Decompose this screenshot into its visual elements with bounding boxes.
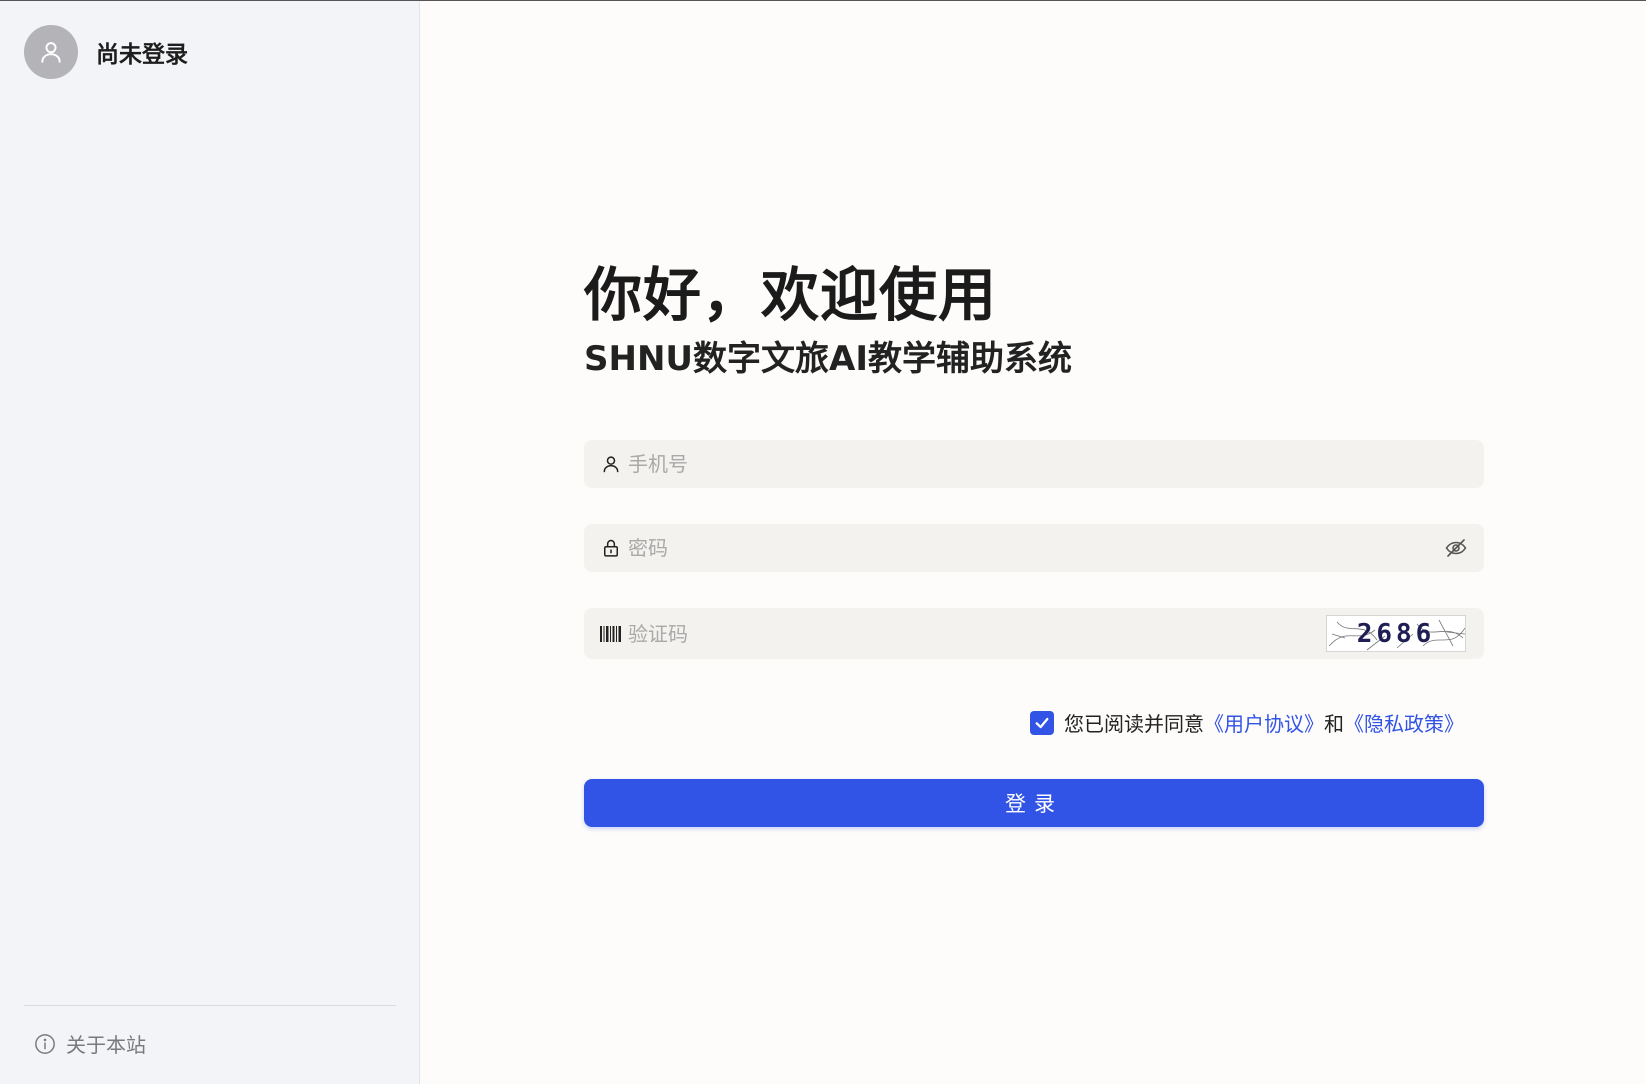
user-name: 尚未登录 xyxy=(96,42,188,68)
sidebar-divider xyxy=(24,1005,396,1006)
lock-icon xyxy=(600,537,622,559)
password-field[interactable] xyxy=(584,524,1484,572)
captcha-image[interactable]: 2686 xyxy=(1326,615,1466,652)
login-header: 你好，欢迎使用 SHNU数字文旅AI教学辅助系统 xyxy=(584,259,1484,381)
sidebar: 尚未登录 关于本站 xyxy=(0,1,420,1084)
agreement-row: 您已阅读并同意 《用户协议》 和 《隐私政策》 xyxy=(1030,708,1464,737)
agreement-conjunction: 和 xyxy=(1324,712,1344,736)
info-icon xyxy=(35,1033,55,1054)
user-icon xyxy=(600,453,622,475)
page-title: 你好，欢迎使用 xyxy=(584,261,998,329)
login-main: 你好，欢迎使用 SHNU数字文旅AI教学辅助系统 手机号 验证码 2686 您已… xyxy=(420,1,1646,1084)
app-window: 尚未登录 关于本站 你好，欢迎使用 SHNU数字文旅AI教学辅助系统 手机号 验… xyxy=(0,0,1646,1084)
agreement-text: 您已阅读并同意 xyxy=(1064,712,1204,736)
privacy-policy-link[interactable]: 《隐私政策》 xyxy=(1344,708,1464,737)
login-button[interactable]: 登录 xyxy=(584,779,1484,827)
toggle-password-visibility-button[interactable] xyxy=(1442,534,1470,562)
captcha-input[interactable] xyxy=(628,608,1326,659)
captcha-field[interactable]: 2686 xyxy=(584,608,1484,659)
user-agreement-link[interactable]: 《用户协议》 xyxy=(1204,708,1324,737)
check-icon xyxy=(1035,717,1049,728)
user-icon xyxy=(41,42,61,63)
agreement-checkbox[interactable] xyxy=(1030,710,1054,735)
password-input[interactable] xyxy=(628,524,1442,572)
eye-off-icon xyxy=(1445,539,1467,557)
about-site-link[interactable]: 关于本站 xyxy=(34,1029,146,1058)
barcode-icon xyxy=(600,623,622,645)
captcha-code: 2686 xyxy=(1356,618,1436,649)
avatar[interactable] xyxy=(24,25,78,79)
phone-input[interactable] xyxy=(628,440,1484,488)
about-site-label: 关于本站 xyxy=(66,1033,146,1057)
system-name: SHNU数字文旅AI教学辅助系统 xyxy=(584,339,1072,379)
user-profile[interactable]: 尚未登录 xyxy=(24,25,188,79)
phone-field[interactable] xyxy=(584,440,1484,488)
